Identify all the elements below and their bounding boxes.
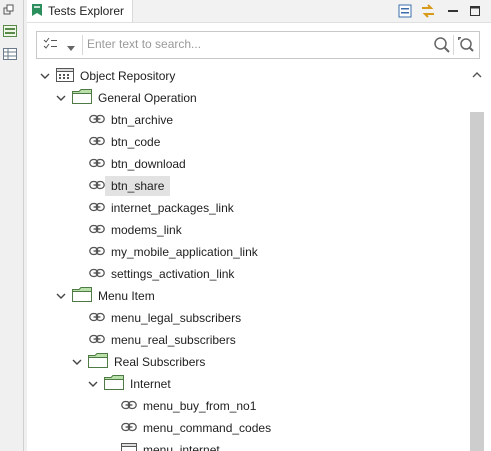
search-divider bbox=[82, 35, 83, 55]
tree-folder-menu-item[interactable]: Menu Item bbox=[56, 285, 155, 307]
tree-item-label: modems_link bbox=[111, 223, 182, 237]
chevron-down-icon[interactable] bbox=[72, 357, 82, 367]
tree-item-label: settings_activation_link bbox=[111, 267, 235, 281]
link-object-icon bbox=[89, 267, 105, 281]
tree-folder-internet[interactable]: Internet bbox=[88, 373, 171, 395]
link-with-editor-icon[interactable] bbox=[420, 3, 436, 19]
scrollbar-thumb[interactable] bbox=[470, 112, 484, 451]
chevron-down-icon[interactable] bbox=[56, 93, 66, 103]
tree-node-label: Real Subscribers bbox=[114, 355, 206, 369]
link-object-icon bbox=[121, 421, 137, 435]
tree-item-label: btn_code bbox=[111, 135, 161, 149]
chevron-down-icon[interactable] bbox=[40, 71, 50, 81]
tree-item-label: btn_share bbox=[105, 176, 171, 196]
link-object-icon bbox=[89, 245, 105, 259]
left-toolbar-strip bbox=[0, 0, 24, 451]
search-divider-2 bbox=[453, 35, 454, 55]
link-object-icon bbox=[89, 333, 105, 347]
tree-item-menu-legal-subscribers[interactable]: menu_legal_subscribers bbox=[89, 307, 241, 329]
tree-item-settings-activation-link[interactable]: settings_activation_link bbox=[89, 263, 234, 285]
table-view-icon[interactable] bbox=[3, 48, 17, 60]
collapse-all-icon[interactable] bbox=[397, 3, 413, 19]
tree-item-btn-download[interactable]: btn_download bbox=[89, 153, 186, 175]
tree-item-btn-archive[interactable]: btn_archive bbox=[89, 109, 173, 131]
link-object-icon bbox=[89, 223, 105, 237]
link-object-icon bbox=[89, 135, 105, 149]
link-object-icon bbox=[89, 179, 105, 193]
repository-icon bbox=[56, 67, 74, 85]
panel-title-bar: Tests Explorer bbox=[27, 0, 491, 23]
tree-node-label: Menu Item bbox=[98, 289, 155, 303]
tests-explorer-view-icon[interactable] bbox=[3, 25, 17, 37]
tree-item-label: menu_buy_from_no1 bbox=[143, 399, 257, 413]
tree-item-label: btn_download bbox=[111, 157, 186, 171]
tree-node-label: General Operation bbox=[98, 91, 197, 105]
tree-item-menu-internet[interactable]: menu_internet bbox=[121, 439, 220, 451]
tree-folder-general-operation[interactable]: General Operation bbox=[56, 87, 197, 109]
tree-item-btn-code[interactable]: btn_code bbox=[89, 131, 160, 153]
tree-item-modems-link[interactable]: modems_link bbox=[89, 219, 182, 241]
panel-title: Tests Explorer bbox=[48, 4, 125, 18]
link-object-icon bbox=[89, 311, 105, 325]
folder-icon bbox=[88, 353, 108, 371]
tree-node-label: Internet bbox=[130, 377, 171, 391]
search-input[interactable] bbox=[87, 35, 427, 53]
search-box bbox=[36, 31, 480, 59]
tree-item-my-mobile-application-link[interactable]: my_mobile_application_link bbox=[89, 241, 258, 263]
folder-icon bbox=[104, 375, 124, 393]
tree-scrollbar[interactable] bbox=[463, 64, 491, 451]
minimize-icon[interactable] bbox=[445, 3, 461, 19]
tree-item-label: my_mobile_application_link bbox=[111, 245, 258, 259]
tree-item-menu-command-codes[interactable]: menu_command_codes bbox=[121, 417, 271, 439]
tree-item-label: menu_legal_subscribers bbox=[111, 311, 242, 325]
web-object-icon bbox=[121, 442, 137, 451]
search-icon[interactable] bbox=[433, 36, 451, 57]
link-object-icon bbox=[89, 201, 105, 215]
folder-icon bbox=[72, 287, 92, 305]
tree-item-label: menu_real_subscribers bbox=[111, 333, 236, 347]
tree-node-object-repository[interactable]: Object Repository bbox=[40, 65, 175, 87]
tree-folder-real-subscribers[interactable]: Real Subscribers bbox=[72, 351, 205, 373]
chevron-down-icon[interactable] bbox=[88, 379, 98, 389]
tree-item-label: internet_packages_link bbox=[111, 201, 234, 215]
filter-dropdown-icon[interactable] bbox=[67, 41, 75, 55]
tree-item-menu-buy-from-no1[interactable]: menu_buy_from_no1 bbox=[121, 395, 256, 417]
link-object-icon bbox=[89, 157, 105, 171]
link-object-icon bbox=[121, 399, 137, 413]
link-object-icon bbox=[89, 113, 105, 127]
object-repository-tree: Object Repository General Operation btn_… bbox=[27, 64, 463, 451]
advanced-search-icon[interactable] bbox=[457, 36, 475, 57]
tree-item-internet-packages-link[interactable]: internet_packages_link bbox=[89, 197, 234, 219]
tree-item-menu-real-subscribers[interactable]: menu_real_subscribers bbox=[89, 329, 236, 351]
restore-icon[interactable] bbox=[3, 4, 17, 16]
tab-tests-explorer[interactable]: Tests Explorer bbox=[27, 0, 134, 22]
chevron-down-icon[interactable] bbox=[56, 291, 66, 301]
tree-item-label: btn_archive bbox=[111, 113, 174, 127]
tree-node-label: Object Repository bbox=[80, 69, 176, 83]
tests-explorer-icon bbox=[31, 3, 43, 20]
tree-item-label: menu_command_codes bbox=[143, 421, 272, 435]
filter-list-icon[interactable] bbox=[43, 37, 57, 54]
tests-explorer-panel: Tests Explorer Enter text to search... O… bbox=[27, 0, 491, 451]
scroll-up-icon[interactable] bbox=[472, 68, 482, 82]
folder-icon bbox=[72, 89, 92, 107]
tree-item-label: menu_internet bbox=[143, 443, 220, 451]
tree-item-btn-share[interactable]: btn_share bbox=[89, 175, 171, 197]
maximize-icon[interactable] bbox=[467, 3, 483, 19]
